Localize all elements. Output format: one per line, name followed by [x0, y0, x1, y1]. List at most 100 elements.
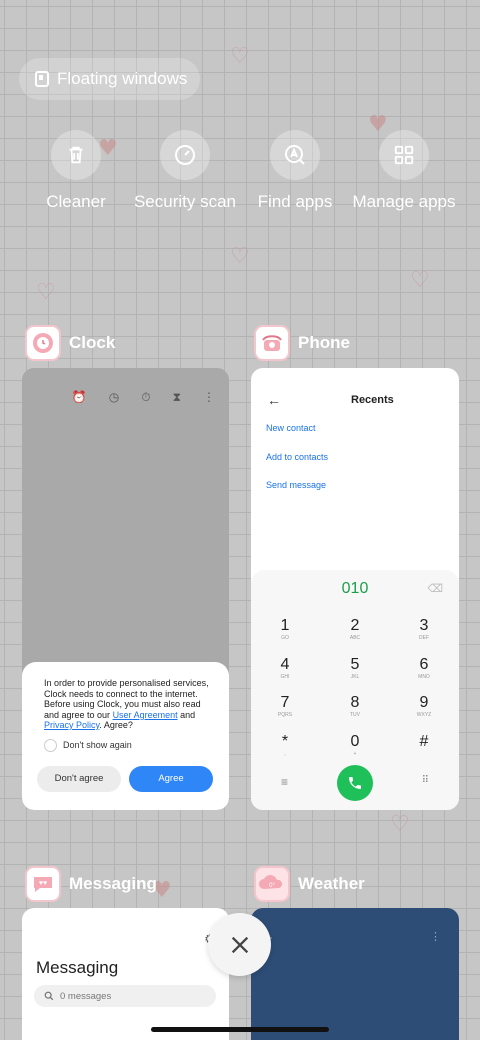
dialpad-key-1[interactable]: 1 GO: [265, 617, 305, 641]
phone-top-bar: ← Recents: [267, 392, 459, 408]
search-app-icon: [270, 130, 320, 180]
messaging-title: Messaging: [36, 958, 119, 977]
key-digit: 7: [280, 694, 290, 711]
weather-app-header[interactable]: 0° Weather: [254, 866, 365, 902]
key-letters: ABC: [349, 635, 361, 641]
weather-app-card[interactable]: + ⋮: [251, 908, 459, 1040]
clock-tab-bar: ⏰ ◷ ⏱ ⧗ ⋮: [72, 390, 215, 405]
phone-app-icon: [254, 325, 290, 361]
messaging-app-header[interactable]: ♥♥ Messaging: [25, 866, 157, 902]
floating-windows-label: Floating windows: [57, 69, 188, 88]
key-digit: 1: [280, 617, 290, 634]
dialog-text-and: and: [177, 709, 196, 720]
weather-app-name: Weather: [298, 874, 365, 893]
dont-show-again-checkbox[interactable]: Don't show again: [44, 738, 213, 752]
phone-app-card[interactable]: ← Recents New contact Add to contacts Se…: [251, 368, 459, 810]
key-letters: +: [353, 751, 357, 757]
find-apps-label: Find apps: [257, 192, 333, 211]
clock-app-card[interactable]: ⏰ ◷ ⏱ ⧗ ⋮ In order to provide personalis…: [22, 368, 229, 810]
key-letters: GO: [281, 635, 289, 641]
dialpad-key-hash[interactable]: #: [404, 733, 444, 751]
key-letters: MNO: [418, 674, 430, 680]
floating-windows-button[interactable]: Floating windows: [19, 58, 200, 100]
call-button[interactable]: [337, 765, 373, 801]
dialpad-key-2[interactable]: 2 ABC: [335, 617, 375, 641]
dialpad-key-5[interactable]: 5 JKL: [335, 656, 375, 680]
heart-decoration-icon: ♡: [230, 244, 250, 269]
key-letters: WXYZ: [416, 712, 432, 718]
backspace-icon[interactable]: ⌫: [427, 582, 443, 595]
dialpad-key-6[interactable]: 6 MNO: [404, 656, 444, 680]
key-digit: *: [281, 733, 289, 750]
dialpad-key-3[interactable]: 3 DEF: [404, 617, 444, 641]
dialpad-toggle-icon[interactable]: ⠿: [422, 775, 429, 786]
user-agreement-link[interactable]: User Agreement: [113, 710, 178, 720]
gauge-icon: [160, 130, 210, 180]
cleaner-button[interactable]: Cleaner: [21, 130, 131, 212]
trash-icon: [51, 130, 101, 180]
security-scan-label: Security scan: [133, 192, 237, 211]
checkbox-circle[interactable]: [44, 738, 57, 752]
recents-title: Recents: [351, 394, 394, 406]
key-digit: 3: [419, 617, 429, 634]
messaging-app-icon: ♥♥: [25, 866, 61, 902]
search-placeholder: 0 messages: [60, 990, 112, 1002]
dont-show-again-label: Don't show again: [63, 740, 132, 750]
close-all-button[interactable]: [208, 913, 271, 976]
grid-icon: [379, 130, 429, 180]
phone-app-header[interactable]: Phone: [254, 325, 350, 361]
dialog-text-end: . Agree?: [99, 720, 133, 730]
dialpad-key-4[interactable]: 4 GHI: [265, 656, 305, 680]
key-digit: 6: [419, 656, 429, 673]
clock-app-name: Clock: [69, 333, 116, 352]
find-apps-button[interactable]: Find apps: [240, 130, 350, 212]
more-options-icon[interactable]: ⋮: [203, 390, 215, 405]
dialpad-key-0[interactable]: 0 +: [335, 733, 375, 757]
key-digit: 2: [350, 617, 360, 634]
new-contact-link[interactable]: New contact: [266, 423, 316, 433]
key-letters: GHI: [280, 674, 290, 680]
phone-call-icon: [349, 777, 361, 789]
key-letters: ,: [284, 751, 286, 757]
messaging-app-name: Messaging: [69, 874, 157, 893]
message-search-input[interactable]: 0 messages: [34, 985, 216, 1007]
dialog-buttons: Don't agree Agree: [37, 765, 213, 792]
dialpad-key-7[interactable]: 7 PQRS: [265, 694, 305, 718]
dialpad-key-9[interactable]: 9 WXYZ: [404, 694, 444, 718]
search-icon: [44, 991, 54, 1001]
home-indicator[interactable]: [151, 1027, 329, 1032]
clock-app-header[interactable]: Clock: [25, 325, 115, 361]
more-options-icon[interactable]: ⋮: [430, 930, 441, 943]
close-icon: [231, 936, 248, 953]
key-letters: TUV: [350, 712, 360, 718]
add-to-contacts-link[interactable]: Add to contacts: [266, 452, 328, 462]
key-digit: #: [419, 733, 429, 750]
internet-permission-dialog: In order to provide personalised service…: [22, 662, 229, 810]
send-message-link[interactable]: Send message: [266, 480, 326, 490]
alarm-icon[interactable]: ⏰: [72, 390, 87, 405]
svg-text:♥♥: ♥♥: [39, 880, 47, 887]
dialpad-key-star[interactable]: *,: [265, 733, 305, 757]
heart-decoration-icon: ♡: [230, 44, 250, 69]
key-digit: 4: [280, 656, 290, 673]
phone-app-name: Phone: [298, 333, 350, 352]
messaging-app-card[interactable]: ⚙ Messaging 0 messages: [22, 908, 229, 1040]
dialpad-key-8[interactable]: 8 TUV: [335, 694, 375, 718]
privacy-policy-link[interactable]: Privacy Policy: [44, 720, 99, 730]
clock-app-icon: [25, 325, 61, 361]
agree-button[interactable]: Agree: [129, 765, 213, 792]
back-arrow-icon[interactable]: ←: [267, 392, 281, 408]
heart-decoration-icon: ♡: [390, 812, 410, 837]
manage-apps-button[interactable]: Manage apps: [349, 130, 459, 212]
heart-decoration-icon: ♡: [410, 268, 430, 293]
weather-icon-temp: 0°: [269, 883, 275, 889]
dialpad: 010 ⌫ 1 GO 2 ABC 3 DEF 4 GHI 5 JKL 6 MNO 7 PQRS…: [251, 570, 459, 810]
cleaner-label: Cleaner: [46, 192, 106, 211]
stopwatch-icon[interactable]: ⏱: [141, 390, 150, 405]
timer-icon[interactable]: ⧗: [173, 390, 181, 405]
world-clock-icon[interactable]: ◷: [109, 390, 119, 405]
menu-icon[interactable]: ≡: [281, 775, 288, 789]
heart-decoration-icon: ♡: [36, 280, 56, 305]
security-scan-button[interactable]: Security scan: [130, 130, 240, 212]
dont-agree-button[interactable]: Don't agree: [37, 765, 121, 792]
